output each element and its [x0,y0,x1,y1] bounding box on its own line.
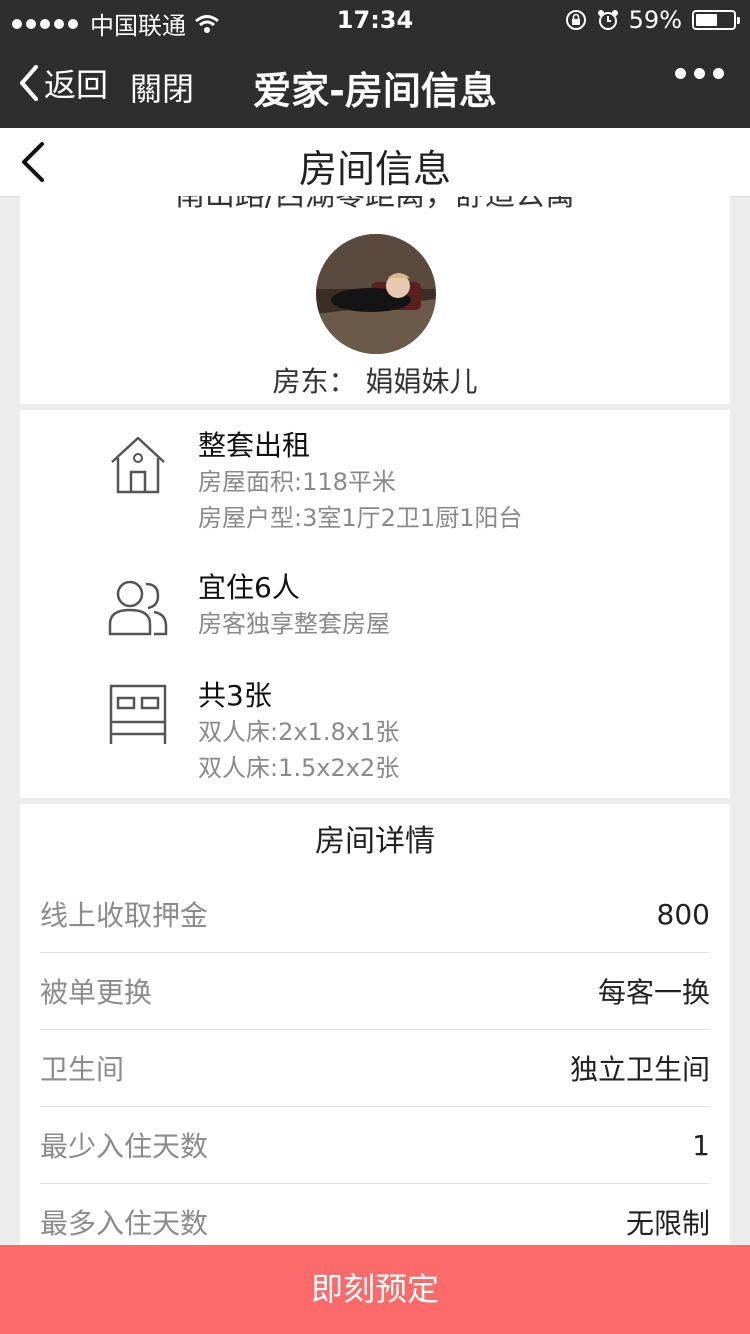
detail-row: 最多入住天数 无限制 [40,1184,710,1246]
room-name: 南山路/西湖零距离，舒适公寓 [20,196,730,214]
feature-title: 整套出租 [198,429,311,462]
features-card: 整套出租 房屋面积:118平米 房屋户型:3室1厅2卫1厨1阳台 宜住6人 房客… [20,410,730,798]
detail-value: 无限制 [625,1207,710,1240]
detail-row: 线上收取押金 800 [40,876,710,953]
top-bar: 中国联通 17:34 59% 返回 關閉 爱家-房间信息 [0,0,750,128]
feature-line: 双人床:1.5x2x2张 [198,754,400,782]
feature-title: 共3张 [198,679,272,712]
details-title: 房间详情 [315,824,435,859]
host-line: 房东： 娟娟妹儿 [20,360,730,400]
nav-title: 爱家-房间信息 [253,69,497,113]
wechat-navbar: 返回 關閉 爱家-房间信息 [0,40,750,128]
detail-label: 卫生间 [40,1053,125,1086]
bed-icon [109,684,167,744]
feature-line: 双人床:2x1.8x1张 [198,718,400,746]
detail-row: 卫生间 独立卫生间 [40,1030,710,1107]
battery-icon [692,10,740,30]
avatar[interactable] [316,234,436,354]
detail-value: 每客一换 [597,976,710,1009]
detail-label: 最少入住天数 [40,1130,209,1163]
host-card: 南山路/西湖零距离，舒适公寓 房东： 娟娟妹儿 [20,196,730,404]
battery-percent: 59% [628,6,682,34]
host-label: 房东： [272,365,357,398]
detail-label: 被单更换 [40,976,153,1009]
detail-label: 最多入住天数 [40,1207,209,1240]
page-header: 房间信息 [0,128,750,197]
detail-value: 1 [692,1128,710,1162]
rotation-lock-icon [565,10,586,30]
feature-title: 宜住6人 [198,571,300,604]
book-now-button[interactable]: 即刻预定 [0,1245,750,1334]
feature-line: 房客独享整套房屋 [198,610,390,638]
feature-line: 房屋户型:3室1厅2卫1厨1阳台 [198,504,523,532]
detail-value: 800 [656,897,710,931]
detail-label: 线上收取押金 [40,899,209,932]
detail-value: 独立卫生间 [569,1053,710,1086]
host-name: 娟娟妹儿 [365,365,478,398]
alarm-icon [597,10,618,30]
scroll-content[interactable]: 南山路/西湖零距离，舒适公寓 房东： 娟娟妹儿 [20,196,730,1246]
house-icon [111,436,165,494]
more-icon[interactable] [675,68,724,79]
detail-row: 被单更换 每客一换 [40,953,710,1030]
details-card: 房间详情 线上收取押金 800 被单更换 每客一换 卫生间 独立卫生间 最少入住… [20,804,730,1246]
detail-row: 最少入住天数 1 [40,1107,710,1184]
page-title: 房间信息 [298,147,451,191]
feature-line: 房屋面积:118平米 [198,468,396,496]
status-bar: 中国联通 17:34 59% [0,0,750,40]
guests-icon [108,580,168,636]
